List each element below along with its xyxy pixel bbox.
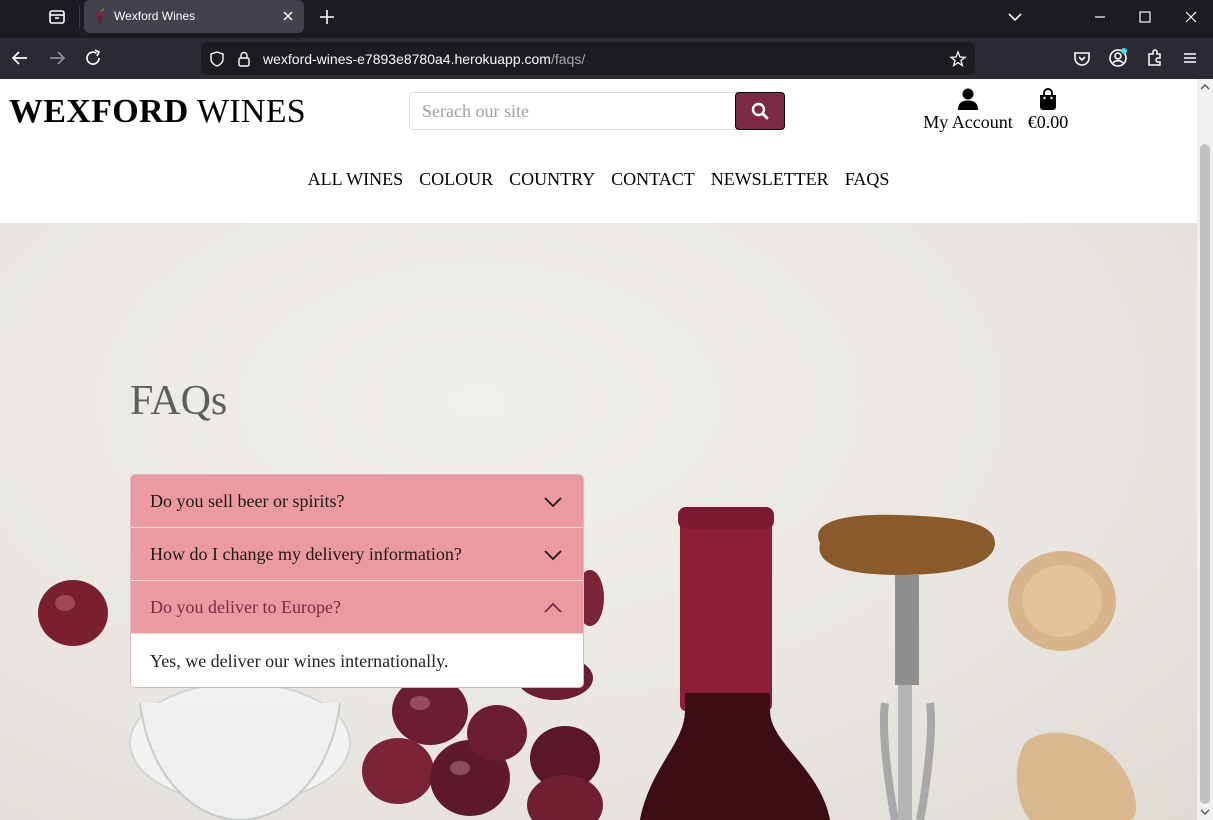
nav-country[interactable]: COUNTRY — [509, 169, 595, 193]
pocket-icon[interactable] — [1070, 46, 1094, 70]
extensions-puzzle-icon[interactable] — [1143, 46, 1167, 70]
scroll-down-arrow-icon[interactable] — [1199, 807, 1211, 817]
page-title: FAQs — [130, 378, 228, 424]
faq-accordion: Do you sell beer or spirits? How do I ch… — [130, 474, 584, 688]
bookmark-star-icon[interactable] — [949, 50, 967, 68]
close-tab-icon[interactable] — [280, 8, 296, 24]
browser-toolbar: wexford-wines-e7893e8780a4.herokuapp.com… — [0, 38, 1213, 79]
search-button[interactable] — [735, 92, 785, 130]
nav-colour[interactable]: COLOUR — [419, 169, 493, 193]
browser-tab-bar: Wexford Wines — [0, 0, 1213, 34]
search-input[interactable] — [409, 92, 739, 130]
lock-icon[interactable] — [235, 50, 253, 68]
faq-question-button[interactable]: Do you sell beer or spirits? — [131, 475, 583, 527]
tab-separator — [79, 6, 80, 28]
my-account-label: My Account — [923, 112, 1013, 132]
maximize-icon[interactable] — [1134, 6, 1156, 28]
new-tab-icon[interactable] — [316, 6, 338, 28]
address-bar[interactable]: wexford-wines-e7893e8780a4.herokuapp.com… — [201, 42, 975, 75]
back-arrow-icon[interactable] — [8, 46, 32, 70]
chevron-down-icon — [544, 550, 562, 561]
url-text[interactable]: wexford-wines-e7893e8780a4.herokuapp.com… — [263, 51, 585, 67]
minimize-icon[interactable] — [1089, 6, 1111, 28]
faq-question-text: How do I change my delivery information? — [150, 543, 462, 564]
nav-all-wines[interactable]: ALL WINES — [308, 169, 403, 193]
user-icon — [958, 88, 978, 110]
nav-newsletter[interactable]: NEWSLETTER — [711, 169, 829, 193]
search-icon — [751, 102, 769, 120]
grapes-favicon-icon — [95, 8, 105, 23]
faq-item: Do you deliver to Europe? Yes, we delive… — [131, 580, 583, 687]
tab-title: Wexford Wines — [114, 9, 196, 23]
hero-background: FAQs Do you sell beer or spirits? How do… — [0, 223, 1197, 820]
reload-icon[interactable] — [81, 46, 105, 70]
scroll-up-arrow-icon[interactable] — [1199, 82, 1211, 92]
url-domain: wexford-wines-e7893e8780a4.herokuapp.com — [263, 51, 551, 67]
web-page: WEXFORD WINES My Account €0.00 ALL WINES… — [0, 79, 1197, 820]
faq-item: Do you sell beer or spirits? — [131, 475, 583, 527]
forward-arrow-icon[interactable] — [45, 46, 69, 70]
account-avatar-icon[interactable] — [1106, 46, 1130, 70]
my-account-link[interactable]: My Account — [922, 87, 1014, 137]
faq-question-button[interactable]: Do you deliver to Europe? — [131, 581, 583, 633]
nav-contact[interactable]: CONTACT — [611, 169, 695, 193]
hamburger-menu-icon[interactable] — [1178, 46, 1202, 70]
url-path: /faqs/ — [550, 51, 586, 67]
logo-bold-text: WEXFORD — [9, 93, 189, 130]
list-all-tabs-chevron-icon[interactable] — [1004, 6, 1026, 28]
chevron-up-icon — [544, 602, 562, 613]
faq-question-button[interactable]: How do I change my delivery information? — [131, 528, 583, 580]
logo-regular-text: WINES — [196, 93, 306, 130]
shield-icon[interactable] — [208, 50, 226, 68]
faq-question-text: Do you deliver to Europe? — [150, 596, 341, 617]
chevron-down-icon — [544, 497, 562, 508]
faq-answer-text: Yes, we deliver our wines internationall… — [131, 633, 583, 687]
faq-question-text: Do you sell beer or spirits? — [150, 490, 345, 511]
close-window-icon[interactable] — [1180, 6, 1202, 28]
browser-tab[interactable]: Wexford Wines — [84, 0, 304, 33]
bag-total: €0.00 — [1027, 112, 1069, 132]
site-logo[interactable]: WEXFORD WINES — [9, 93, 306, 131]
main-navigation: ALL WINES COLOUR COUNTRY CONTACT NEWSLET… — [0, 169, 1197, 193]
faq-item: How do I change my delivery information? — [131, 527, 583, 580]
shopping-bag-link[interactable]: €0.00 — [1022, 87, 1074, 137]
scrollbar-thumb[interactable] — [1200, 144, 1210, 804]
nav-faqs[interactable]: FAQS — [845, 169, 890, 193]
shopping-bag-icon — [1040, 88, 1056, 110]
tab-list-icon[interactable] — [44, 4, 70, 30]
